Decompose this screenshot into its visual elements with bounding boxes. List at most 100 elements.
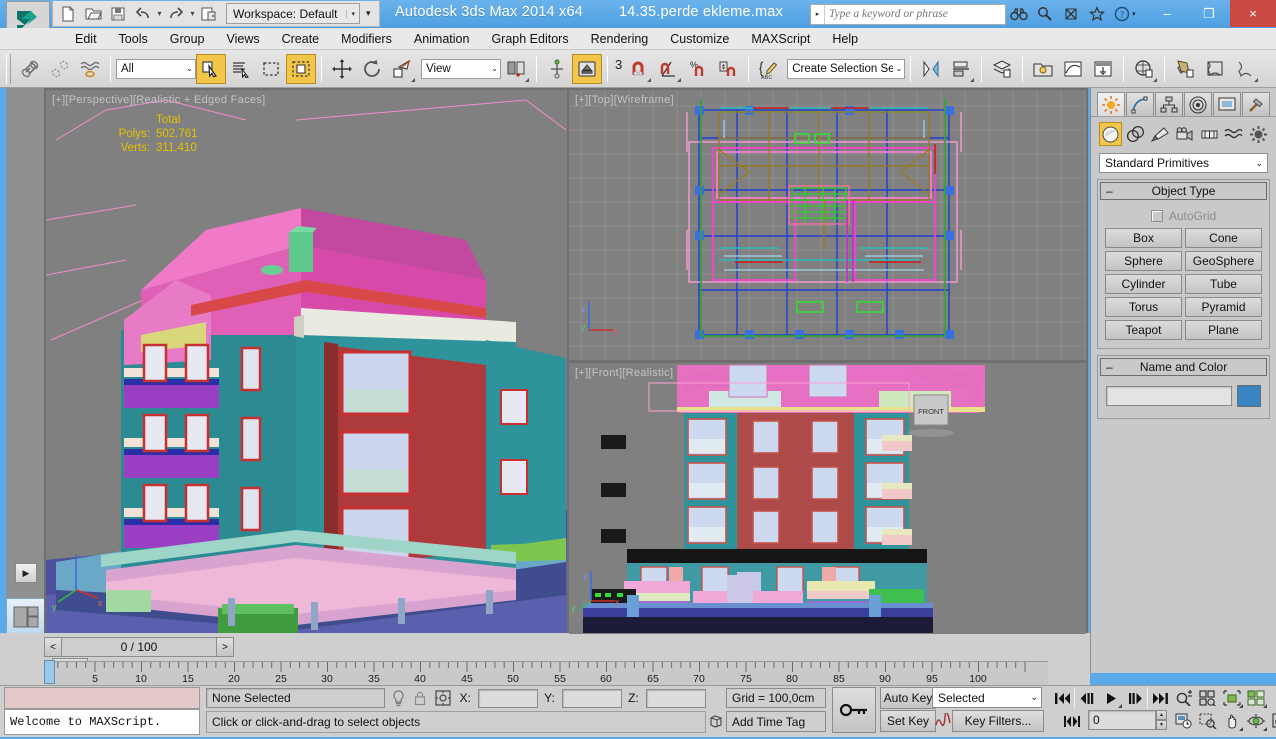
edit-named-selection-sets-icon[interactable]: ABC (754, 54, 784, 84)
perspective-viewport[interactable]: [+][Perspective][Realistic + Edged Faces… (46, 90, 567, 634)
select-and-manipulate-icon[interactable] (542, 54, 572, 84)
next-frame-button[interactable] (1123, 687, 1147, 709)
rectangular-selection-region-icon[interactable] (256, 54, 286, 84)
spinner-up-icon[interactable]: ▲ (1156, 710, 1167, 720)
current-frame-spinner[interactable]: ▲ ▼ (1156, 710, 1167, 730)
rendered-frame-window-icon[interactable] (1200, 54, 1230, 84)
shapes-category-icon[interactable] (1124, 122, 1147, 146)
align-icon[interactable] (946, 54, 976, 84)
maximize-viewport-toggle-icon[interactable] (1268, 710, 1276, 732)
motion-tab[interactable] (1184, 92, 1212, 116)
chevron-down-icon[interactable]: ⌄ (1255, 158, 1263, 169)
create-pyramid-button[interactable]: Pyramid (1185, 297, 1262, 317)
time-slider-field[interactable]: < 0 / 100 > (44, 637, 234, 657)
select-and-link-icon[interactable] (15, 54, 45, 84)
create-teapot-button[interactable]: Teapot (1105, 320, 1182, 340)
coord-y-input[interactable] (561, 688, 623, 708)
current-frame-input[interactable]: 0 (1088, 710, 1156, 730)
layout-tab-1[interactable] (6, 598, 46, 636)
create-torus-button[interactable]: Torus (1105, 297, 1182, 317)
zoom-extents-all-icon[interactable] (1244, 687, 1268, 709)
undo-dropdown-icon[interactable]: ▾ (156, 9, 163, 18)
display-tab[interactable] (1213, 92, 1241, 116)
project-folder-icon[interactable] (197, 3, 221, 25)
selection-lock-icon[interactable] (411, 690, 429, 706)
percent-snap-toggle-icon[interactable]: % (683, 54, 713, 84)
search-input[interactable] (825, 5, 1001, 23)
select-by-name-icon[interactable] (226, 54, 256, 84)
material-editor-icon[interactable] (1129, 54, 1159, 84)
window-crossing-icon[interactable] (286, 53, 316, 84)
angle-snap-toggle-icon[interactable] (653, 54, 683, 84)
unlink-selection-icon[interactable] (45, 54, 75, 84)
menu-item-graph-editors[interactable]: Graph Editors (480, 30, 579, 48)
create-sphere-button[interactable]: Sphere (1105, 251, 1182, 271)
chevron-down-icon[interactable]: ⌄ (183, 64, 193, 73)
scene-explorer-icon[interactable] (1028, 54, 1058, 84)
named-selection-set-combo[interactable]: Create Selection Se ⌄ (787, 58, 906, 79)
layer-manager-icon[interactable] (987, 54, 1017, 84)
search-box[interactable]: ▸ (810, 3, 1006, 25)
zoom-all-icon[interactable] (1196, 687, 1220, 709)
play-animation-button[interactable] (1099, 687, 1123, 709)
undo-icon[interactable] (131, 3, 155, 25)
use-center-flyout-icon[interactable] (501, 54, 531, 84)
goto-start-button[interactable] (1050, 687, 1074, 709)
collapse-icon[interactable]: – (1106, 361, 1113, 373)
isolate-selection-icon[interactable] (389, 689, 407, 707)
chevron-down-icon[interactable]: ⌄ (488, 64, 498, 73)
help-dropdown-icon[interactable]: ▾ (1132, 10, 1136, 18)
zoom-icon[interactable] (1172, 687, 1196, 709)
autogrid-row[interactable]: AutoGrid (1105, 206, 1262, 228)
menu-item-help[interactable]: Help (821, 30, 869, 48)
snaps-toggle-icon[interactable] (623, 54, 653, 84)
next-frame-arrow[interactable]: > (216, 637, 234, 657)
menu-item-views[interactable]: Views (215, 30, 270, 48)
menu-item-tools[interactable]: Tools (108, 30, 159, 48)
zoom-region-icon[interactable] (1196, 710, 1220, 732)
create-tube-button[interactable]: Tube (1185, 274, 1262, 294)
chevron-down-icon[interactable]: ⌄ (893, 64, 903, 73)
front-viewport[interactable]: FRONT [+][Front][Realistic] z y x (569, 363, 1086, 634)
workspace-dropdown-icon[interactable]: ▾ (345, 9, 355, 18)
spinner-snap-toggle-icon[interactable] (713, 54, 743, 84)
utilities-tab[interactable] (1242, 92, 1270, 116)
adaptive-degradation-icon[interactable] (706, 711, 726, 731)
auto-key-button[interactable]: Auto Key (880, 687, 936, 709)
pan-view-icon[interactable] (1220, 710, 1244, 732)
create-cylinder-button[interactable]: Cylinder (1105, 274, 1182, 294)
goto-end-button[interactable] (1148, 687, 1172, 709)
toolbar-grip[interactable] (6, 53, 11, 84)
previous-frame-button[interactable] (1075, 687, 1099, 709)
key-mode-nav-icon[interactable] (1060, 711, 1084, 731)
open-file-icon[interactable] (81, 3, 105, 25)
maxscript-mini-listener[interactable] (4, 687, 200, 709)
subscription-icon[interactable] (1058, 3, 1084, 25)
search-caret-icon[interactable]: ▸ (811, 4, 825, 24)
spinner-down-icon[interactable]: ▼ (1156, 720, 1167, 730)
selection-filter-combo[interactable]: All ⌄ (116, 58, 196, 79)
key-filters-button[interactable]: Key Filters... (952, 710, 1044, 732)
keyboard-shortcut-override-icon[interactable] (572, 53, 602, 84)
orbit-icon[interactable] (1244, 710, 1268, 732)
maxscript-prompt-line[interactable]: Welcome to MAXScript. (4, 709, 200, 735)
expand-rail-button[interactable]: ▶ (15, 563, 37, 583)
workspace-selector[interactable]: Workspace: Default ▾ (226, 3, 361, 24)
select-and-scale-icon[interactable] (387, 54, 417, 84)
menu-item-modifiers[interactable]: Modifiers (330, 30, 403, 48)
schematic-view-icon[interactable] (1088, 54, 1118, 84)
maximize-button[interactable]: ❐ (1188, 0, 1230, 27)
new-file-icon[interactable] (56, 3, 80, 25)
key-search-icon[interactable] (1032, 3, 1058, 25)
menu-item-animation[interactable]: Animation (403, 30, 481, 48)
render-setup-icon[interactable] (1170, 54, 1200, 84)
coord-z-input[interactable] (645, 688, 706, 708)
quick-access-more-icon[interactable]: ▾ (361, 8, 376, 19)
select-and-move-icon[interactable] (327, 54, 357, 84)
reference-coordinate-combo[interactable]: View ⌄ (421, 58, 501, 79)
chevron-down-icon[interactable]: ⌄ (1030, 692, 1038, 703)
save-file-icon[interactable] (106, 3, 130, 25)
modify-tab[interactable] (1126, 92, 1154, 116)
create-tab[interactable] (1097, 92, 1125, 116)
previous-frame-arrow[interactable]: < (44, 637, 62, 657)
